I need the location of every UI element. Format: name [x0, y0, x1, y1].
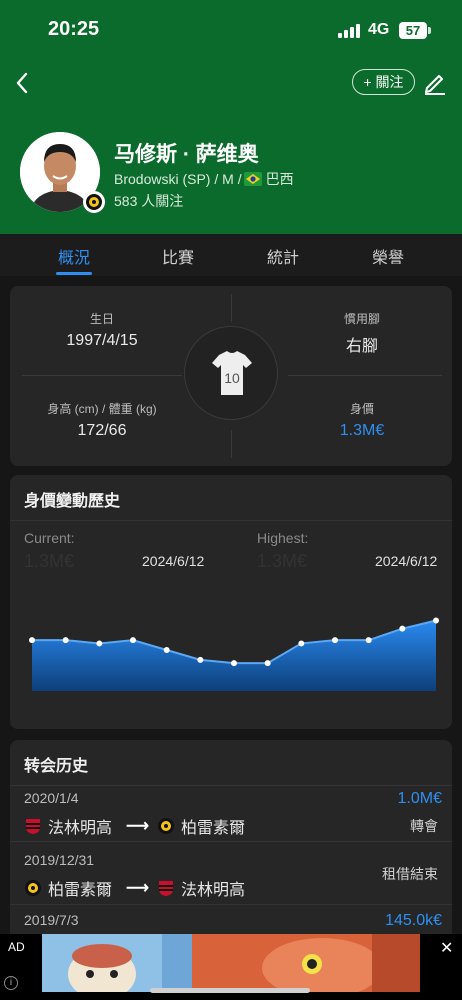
player-meta: Brodowski (SP) / M / 巴西: [114, 169, 294, 189]
tab-bar: 概況 比賽 統計 榮譽: [0, 234, 462, 276]
active-tab-indicator: [56, 272, 92, 275]
chart-point: [96, 640, 103, 647]
transfer-fee: 1.0M€: [397, 790, 442, 807]
pencil-icon: [425, 75, 445, 95]
transfer-type: 租借結束: [382, 866, 438, 882]
club-badge-icon: [83, 191, 105, 213]
chart-point: [264, 660, 271, 667]
market-value-history-title: 身價變動歷史: [24, 493, 121, 510]
divider: [231, 294, 232, 322]
market-value: 1.3M€: [339, 422, 385, 439]
chart-point: [29, 637, 35, 644]
market-value-label: 身價: [349, 402, 374, 416]
tab-overview[interactable]: 概況: [58, 244, 90, 268]
home-indicator: [150, 988, 310, 993]
chart-point: [399, 625, 406, 632]
divider: [288, 375, 442, 376]
bragantino-badge-icon: [25, 880, 41, 896]
chart-point: [163, 647, 170, 653]
foot-label: 慣用腳: [343, 312, 380, 326]
tab-honors[interactable]: 榮譽: [372, 244, 404, 268]
transfer-history-card: 转会历史 2020/1/4 1.0M€ 法林明高 ⟶ 柏雷素爾 轉會 2019/…: [10, 740, 452, 940]
ad-image[interactable]: [42, 934, 420, 992]
chart-point: [332, 637, 338, 644]
battery-icon: 57: [399, 22, 427, 39]
transfer-clubs: 柏雷素爾 ⟶ 法林明高: [24, 876, 245, 900]
divider: [10, 841, 452, 842]
player-info-card: 生日 1997/4/15 慣用腳 右腳 10 身高 (cm) / 體重 (kg)…: [10, 286, 452, 466]
chart-point: [231, 660, 237, 667]
height-weight-label: 身高 (cm) / 體重 (kg): [47, 402, 157, 416]
to-club: 柏雷素爾: [180, 820, 245, 837]
chart-area: [32, 620, 436, 691]
nationality: 巴西: [265, 171, 294, 187]
edit-button[interactable]: [422, 70, 448, 96]
flamengo-badge-icon: [26, 819, 40, 834]
transfer-history-title: 转会历史: [24, 758, 89, 775]
divider: [22, 375, 182, 376]
ad-info-icon[interactable]: i: [4, 976, 18, 990]
flamengo-badge-icon: [158, 881, 173, 896]
player-header: 20:25 4G 57 + 關注 马修斯 · 萨维奥 Brodowski (SP…: [0, 0, 462, 234]
highest-label: Highest:: [257, 530, 309, 546]
jersey-circle: 10: [184, 326, 278, 420]
from-club: 法林明高: [48, 820, 113, 837]
divider: [10, 904, 452, 905]
ad-label: AD: [8, 940, 25, 954]
player-name: 马修斯 · 萨维奥: [114, 143, 259, 166]
foot-value: 右腳: [345, 338, 378, 355]
transfer-fee: 145.0k€: [385, 912, 442, 929]
status-time: 20:25: [48, 18, 100, 40]
current-label: Current:: [24, 530, 75, 546]
follow-button[interactable]: + 關注: [352, 69, 415, 95]
divider: [10, 520, 452, 521]
club-position: Brodowski (SP) / M /: [114, 171, 242, 187]
market-value-history-card: 身價變動歷史 Current: 1.3M€ 2024/6/12 Highest:…: [10, 475, 452, 729]
chevron-left-icon: [16, 72, 28, 94]
transfer-date: 2019/12/31: [24, 852, 95, 868]
birthday-value: 1997/4/15: [66, 332, 138, 349]
chart-point: [197, 656, 204, 663]
brazil-flag-icon: [243, 172, 262, 186]
transfer-clubs: 法林明高 ⟶ 柏雷素爾: [24, 814, 245, 838]
jersey-number: 10: [224, 370, 240, 386]
chart-point: [433, 617, 439, 624]
network-type: 4G: [368, 21, 390, 38]
ad-artwork: [42, 934, 420, 992]
height-weight-value: 172/66: [77, 422, 127, 439]
arrow-right-icon: ⟶: [126, 880, 149, 897]
signal-icon: [338, 24, 362, 38]
current-date: 2024/6/12: [142, 553, 205, 569]
jersey-icon: 10: [212, 351, 252, 395]
to-club: 法林明高: [180, 882, 245, 899]
arrow-right-icon: ⟶: [126, 818, 149, 835]
tab-matches[interactable]: 比賽: [162, 244, 194, 268]
birthday-label: 生日: [89, 312, 114, 326]
status-bar: 20:25 4G 57: [0, 0, 462, 60]
tab-stats[interactable]: 統計: [267, 244, 299, 268]
chart-point: [298, 640, 305, 647]
bragantino-badge-icon: [157, 818, 174, 834]
highest-date: 2024/6/12: [375, 553, 438, 569]
transfer-type: 轉會: [410, 818, 438, 834]
chart-point: [365, 637, 372, 644]
highest-value: 1.3M€: [257, 551, 308, 571]
transfer-date: 2020/1/4: [24, 790, 79, 806]
ad-close-button[interactable]: ✕: [440, 938, 453, 958]
current-value: 1.3M€: [24, 551, 75, 571]
back-button[interactable]: [8, 66, 42, 100]
from-club: 柏雷素爾: [48, 882, 113, 899]
market-value-chart: [29, 617, 439, 691]
battery-tip: [428, 27, 431, 34]
follower-count: 583 人關注: [114, 193, 184, 209]
divider: [10, 785, 452, 786]
divider: [231, 430, 232, 458]
chart-point: [130, 637, 136, 644]
transfer-date: 2019/7/3: [24, 912, 79, 928]
chart-point: [62, 637, 69, 644]
